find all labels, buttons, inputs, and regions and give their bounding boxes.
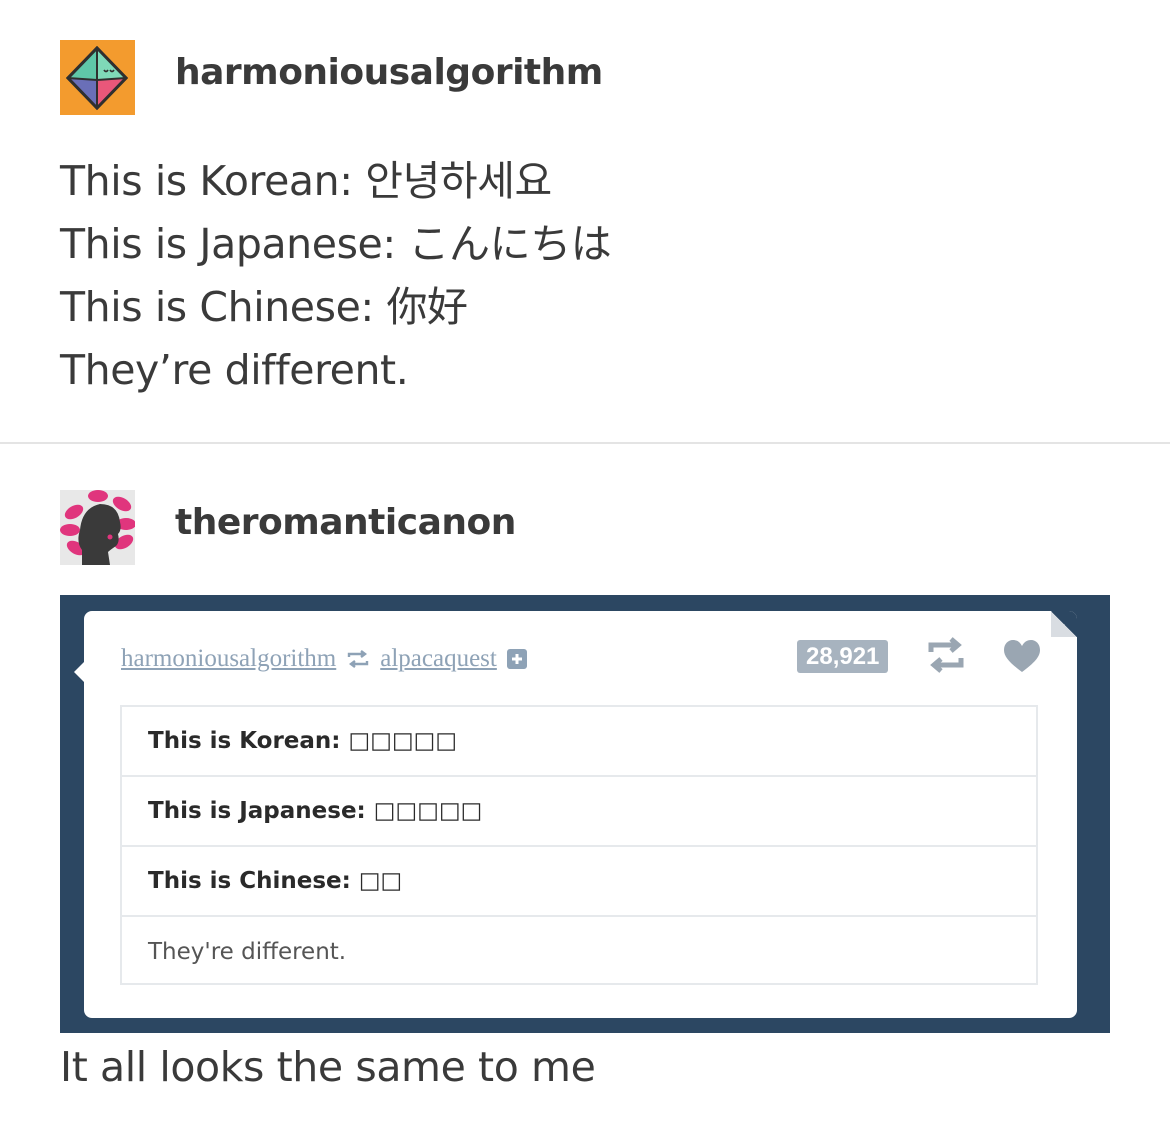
reblog-icon[interactable] bbox=[926, 637, 966, 678]
card-notch bbox=[74, 661, 85, 683]
post-body: This is Korean: 안녕하세요 This is Japanese: … bbox=[60, 150, 612, 402]
note-count-badge[interactable]: 28,921 bbox=[797, 640, 889, 673]
reply-caption: It all looks the same to me bbox=[60, 1043, 596, 1091]
post-username[interactable]: theromanticanon bbox=[175, 502, 516, 543]
silhouette-avatar-icon bbox=[60, 490, 135, 565]
quote-row-korean: This is Korean: □□□□□ bbox=[122, 707, 1036, 777]
card-corner-fold bbox=[1051, 611, 1077, 637]
post-username[interactable]: harmoniousalgorithm bbox=[175, 52, 603, 93]
post-harmoniousalgorithm: harmoniousalgorithm This is Korean: 안녕하세… bbox=[0, 0, 1170, 443]
quote-row-japanese: This is Japanese: □□□□□ bbox=[122, 777, 1036, 847]
quoted-post-box: This is Korean: □□□□□ This is Japanese: … bbox=[120, 705, 1038, 985]
quote-row-conclusion: They're different. bbox=[148, 939, 347, 965]
quote-row-chinese: This is Chinese: □□ bbox=[122, 847, 1036, 917]
avatar-theromanticanon[interactable] bbox=[60, 490, 135, 565]
body-line-conclusion: They’re different. bbox=[60, 346, 409, 394]
octahedron-avatar-icon bbox=[60, 40, 135, 115]
heart-icon[interactable] bbox=[1002, 639, 1042, 678]
embedded-screenshot: harmoniousalgorithm alpacaquest 28,921 T… bbox=[60, 595, 1110, 1033]
reblog-small-icon bbox=[346, 650, 370, 668]
body-line-japanese: This is Japanese: こんにちは bbox=[60, 220, 612, 268]
post-divider bbox=[0, 442, 1170, 444]
reblog-trail: harmoniousalgorithm alpacaquest bbox=[121, 645, 527, 673]
plus-icon[interactable] bbox=[506, 649, 527, 669]
trail-user-link[interactable]: harmoniousalgorithm bbox=[121, 645, 336, 673]
avatar-harmoniousalgorithm[interactable] bbox=[60, 40, 135, 115]
body-line-korean: This is Korean: 안녕하세요 bbox=[60, 157, 552, 205]
embedded-post-card: harmoniousalgorithm alpacaquest 28,921 T… bbox=[74, 611, 1077, 1018]
trail-user-link[interactable]: alpacaquest bbox=[380, 645, 497, 673]
body-line-chinese: This is Chinese: 你好 bbox=[60, 283, 468, 331]
